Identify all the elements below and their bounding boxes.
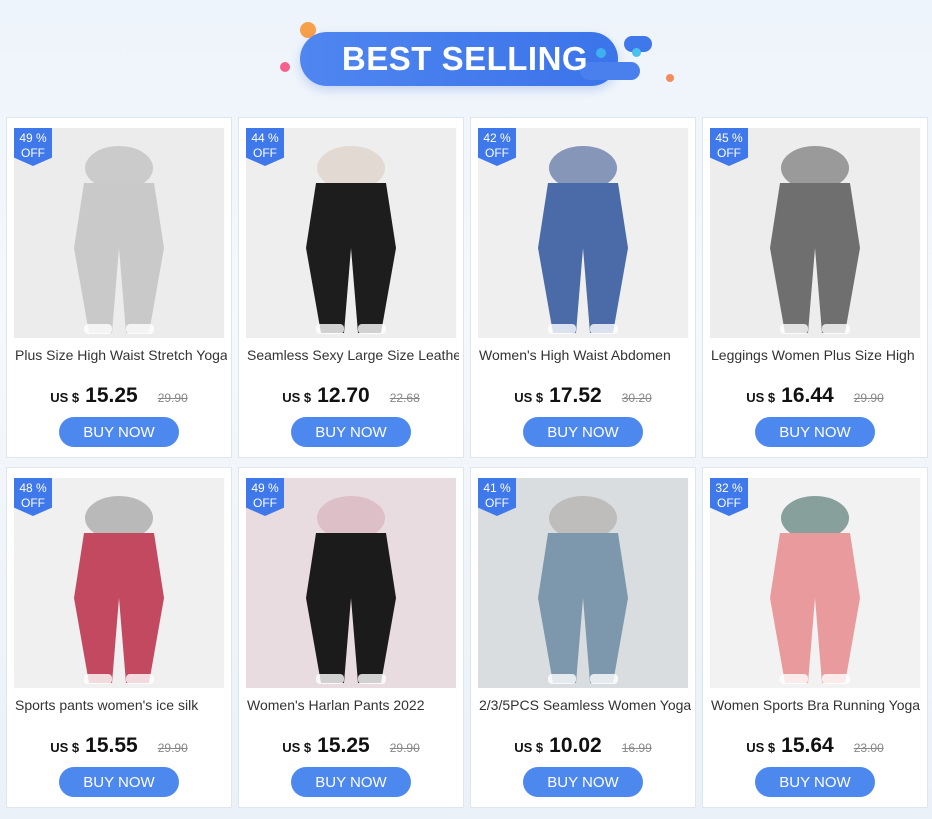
original-price: 23.00 bbox=[853, 741, 884, 755]
discount-off-label: OFF bbox=[717, 496, 741, 510]
decor-dot-blue bbox=[596, 48, 606, 58]
discount-percent: 42 % bbox=[483, 131, 511, 145]
buy-now-button[interactable]: BUY NOW bbox=[291, 767, 411, 797]
currency-label: US $ bbox=[282, 740, 312, 755]
original-price: 29.90 bbox=[853, 391, 884, 405]
price-row: US $ 17.52 30.20 bbox=[471, 384, 695, 408]
sale-price: 12.70 bbox=[317, 384, 370, 407]
currency-label: US $ bbox=[746, 740, 776, 755]
decor-dot-pink bbox=[280, 62, 290, 72]
product-card[interactable]: 41 % OFF 2/3/5PCS Seamless Women Yoga US… bbox=[470, 467, 696, 808]
original-price: 22.68 bbox=[389, 391, 420, 405]
original-price: 30.20 bbox=[621, 391, 652, 405]
original-price: 29.90 bbox=[157, 741, 188, 755]
discount-percent: 45 % bbox=[715, 131, 743, 145]
original-price: 29.90 bbox=[389, 741, 420, 755]
decor-dot-cyan bbox=[632, 48, 641, 57]
price-row: US $ 10.02 16.99 bbox=[471, 734, 695, 758]
discount-off-label: OFF bbox=[21, 146, 45, 160]
original-price: 16.99 bbox=[621, 741, 652, 755]
product-card[interactable]: 45 % OFF Leggings Women Plus Size High U… bbox=[702, 117, 928, 458]
discount-off-label: OFF bbox=[253, 146, 277, 160]
product-card[interactable]: 49 % OFF Women's Harlan Pants 2022 US $ … bbox=[238, 467, 464, 808]
price-row: US $ 12.70 22.68 bbox=[239, 384, 463, 408]
price-row: US $ 15.25 29.90 bbox=[239, 734, 463, 758]
best-selling-banner: BEST SELLING bbox=[278, 20, 678, 100]
product-name[interactable]: Sports pants women's ice silk bbox=[15, 697, 227, 717]
sale-price: 15.55 bbox=[85, 734, 138, 757]
buy-now-button[interactable]: BUY NOW bbox=[523, 417, 643, 447]
product-card[interactable]: 48 % OFF Sports pants women's ice silk U… bbox=[6, 467, 232, 808]
currency-label: US $ bbox=[746, 390, 776, 405]
original-price: 29.90 bbox=[157, 391, 188, 405]
discount-off-label: OFF bbox=[717, 146, 741, 160]
price-row: US $ 16.44 29.90 bbox=[703, 384, 927, 408]
discount-off-label: OFF bbox=[485, 496, 509, 510]
currency-label: US $ bbox=[50, 740, 80, 755]
sale-price: 17.52 bbox=[549, 384, 602, 407]
product-name[interactable]: Women's High Waist Abdomen bbox=[479, 347, 691, 367]
buy-now-button[interactable]: BUY NOW bbox=[755, 767, 875, 797]
buy-now-button[interactable]: BUY NOW bbox=[755, 417, 875, 447]
buy-now-button[interactable]: BUY NOW bbox=[59, 417, 179, 447]
decor-dot-orange-small bbox=[666, 74, 674, 82]
discount-percent: 44 % bbox=[251, 131, 279, 145]
sale-price: 15.25 bbox=[85, 384, 138, 407]
price-row: US $ 15.55 29.90 bbox=[7, 734, 231, 758]
discount-percent: 41 % bbox=[483, 481, 511, 495]
product-name[interactable]: Women's Harlan Pants 2022 bbox=[247, 697, 459, 717]
discount-percent: 32 % bbox=[715, 481, 743, 495]
buy-now-button[interactable]: BUY NOW bbox=[523, 767, 643, 797]
discount-percent: 49 % bbox=[19, 131, 47, 145]
currency-label: US $ bbox=[514, 740, 544, 755]
product-name[interactable]: Women Sports Bra Running Yoga bbox=[711, 697, 923, 717]
buy-now-button[interactable]: BUY NOW bbox=[59, 767, 179, 797]
discount-percent: 48 % bbox=[19, 481, 47, 495]
product-name[interactable]: Plus Size High Waist Stretch Yoga bbox=[15, 347, 227, 367]
product-name[interactable]: Seamless Sexy Large Size Leather bbox=[247, 347, 459, 367]
currency-label: US $ bbox=[282, 390, 312, 405]
product-card[interactable]: 49 % OFF Plus Size High Waist Stretch Yo… bbox=[6, 117, 232, 458]
currency-label: US $ bbox=[514, 390, 544, 405]
discount-off-label: OFF bbox=[253, 496, 277, 510]
sale-price: 15.64 bbox=[781, 734, 834, 757]
product-grid: 49 % OFF Plus Size High Waist Stretch Yo… bbox=[6, 117, 928, 808]
product-name[interactable]: 2/3/5PCS Seamless Women Yoga bbox=[479, 697, 691, 717]
buy-now-button[interactable]: BUY NOW bbox=[291, 417, 411, 447]
discount-off-label: OFF bbox=[21, 496, 45, 510]
price-row: US $ 15.25 29.90 bbox=[7, 384, 231, 408]
product-card[interactable]: 42 % OFF Women's High Waist Abdomen US $… bbox=[470, 117, 696, 458]
currency-label: US $ bbox=[50, 390, 80, 405]
product-name[interactable]: Leggings Women Plus Size High bbox=[711, 347, 923, 367]
sale-price: 10.02 bbox=[549, 734, 602, 757]
product-card[interactable]: 44 % OFF Seamless Sexy Large Size Leathe… bbox=[238, 117, 464, 458]
banner-title: BEST SELLING bbox=[341, 40, 589, 77]
product-card[interactable]: 32 % OFF Women Sports Bra Running Yoga U… bbox=[702, 467, 928, 808]
discount-off-label: OFF bbox=[485, 146, 509, 160]
sale-price: 15.25 bbox=[317, 734, 370, 757]
discount-percent: 49 % bbox=[251, 481, 279, 495]
price-row: US $ 15.64 23.00 bbox=[703, 734, 927, 758]
sale-price: 16.44 bbox=[781, 384, 834, 407]
